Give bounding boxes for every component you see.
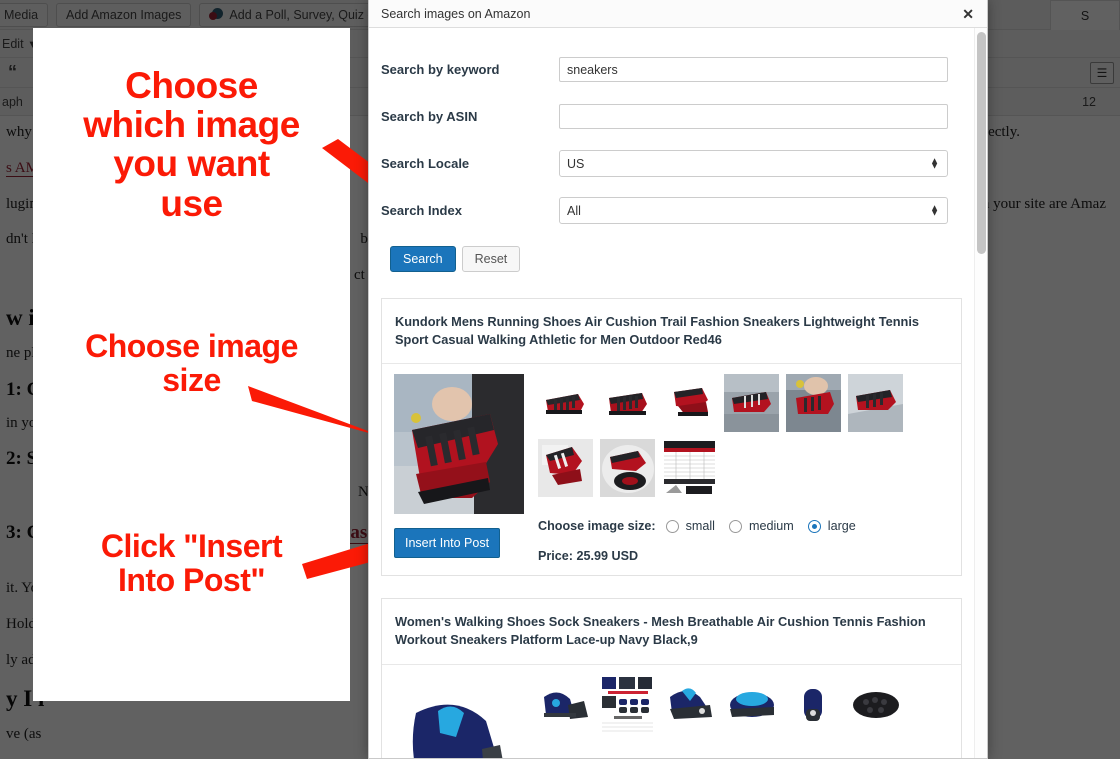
annotation-line: Choose	[125, 65, 258, 106]
insert-into-post-button[interactable]: Insert Into Post	[394, 528, 501, 559]
modal-scroll-content: Search by keyword Search by ASIN Search …	[369, 28, 974, 758]
modal-scrollbar[interactable]	[974, 28, 987, 758]
product-result: Women's Walking Shoes Sock Sneakers - Me…	[381, 598, 962, 758]
search-locale-select[interactable]: US ▲ ▼	[559, 150, 948, 177]
product-hero-image[interactable]	[394, 674, 524, 758]
product-thumbnail[interactable]	[724, 674, 779, 733]
search-asin-input[interactable]	[559, 104, 948, 129]
product-thumbnails-column	[538, 674, 949, 758]
thumbnail-grid	[538, 674, 949, 758]
product-thumbnail[interactable]	[538, 439, 593, 498]
index-label: Search Index	[381, 203, 462, 218]
product-main-column	[394, 674, 524, 758]
label-medium[interactable]: medium	[749, 519, 794, 533]
asin-label: Search by ASIN	[381, 109, 478, 124]
product-price: Price: 25.99 USD	[538, 549, 639, 564]
product-thumbnail[interactable]	[538, 739, 593, 758]
product-hero-image[interactable]	[394, 374, 524, 515]
field-row-index: Search Index All ▲ ▼	[381, 187, 948, 234]
size-chart-thumbnail[interactable]	[662, 439, 717, 498]
search-results: Kundork Mens Running Shoes Air Cushion T…	[369, 272, 974, 758]
screen: Media Add Amazon Images Add a Poll, Surv…	[0, 0, 1120, 759]
modal-header: Search images on Amazon ✕	[369, 0, 987, 28]
locale-value: US	[567, 156, 585, 171]
index-value: All	[567, 203, 581, 218]
field-row-locale: Search Locale US ▲ ▼	[381, 140, 948, 187]
label-small[interactable]: small	[686, 519, 715, 533]
product-thumbnail[interactable]	[786, 674, 841, 733]
locale-label: Search Locale	[381, 156, 470, 171]
product-title: Women's Walking Shoes Sock Sneakers - Me…	[382, 599, 961, 665]
product-thumbnail[interactable]	[786, 374, 841, 433]
product-thumbnails-column: Choose image size: small medium large Pr…	[538, 374, 949, 563]
annotation-line: which image	[83, 104, 300, 146]
product-thumbnail[interactable]	[662, 374, 717, 433]
amazon-image-search-modal: Search images on Amazon ✕ Search by keyw…	[368, 0, 988, 759]
search-index-select[interactable]: All ▲ ▼	[559, 197, 948, 224]
product-title: Kundork Mens Running Shoes Air Cushion T…	[382, 299, 961, 365]
product-body	[382, 665, 961, 758]
annotation-line: Click "Insert	[100, 528, 283, 564]
product-thumbnail[interactable]	[848, 674, 903, 733]
search-form: Search by keyword Search by ASIN Search …	[369, 28, 974, 272]
product-thumbnail[interactable]	[600, 374, 655, 433]
close-icon[interactable]: ✕	[959, 5, 977, 23]
annotation-insert-post: Click "Insert Into Post"	[33, 528, 350, 598]
field-row-asin: Search by ASIN	[381, 93, 948, 140]
product-body: Insert Into Post Choose image size: smal…	[382, 364, 961, 575]
keyword-label: Search by keyword	[381, 62, 500, 77]
thumbnail-grid	[538, 374, 949, 498]
annotation-image-size: Choose image size	[33, 328, 350, 398]
product-main-column: Insert Into Post	[394, 374, 524, 563]
annotation-line: size	[162, 361, 221, 398]
field-row-keyword: Search by keyword	[381, 46, 948, 93]
product-thumbnail[interactable]	[538, 674, 593, 733]
annotation-choose-image: Choose which image you want use	[33, 66, 350, 223]
modal-body: Search by keyword Search by ASIN Search …	[369, 28, 987, 758]
chevron-updown-icon: ▲ ▼	[930, 202, 939, 218]
product-thumbnail[interactable]	[538, 374, 593, 433]
size-chart-thumbnail[interactable]	[600, 674, 655, 733]
annotation-line: use	[160, 182, 223, 224]
search-keyword-input[interactable]	[559, 57, 948, 82]
product-result: Kundork Mens Running Shoes Air Cushion T…	[381, 298, 962, 577]
image-size-label: Choose image size:	[538, 519, 656, 534]
product-thumbnail[interactable]	[724, 374, 779, 433]
annotation-line: Choose image	[85, 328, 298, 364]
annotation-line: you want	[113, 143, 270, 185]
radio-medium[interactable]	[728, 519, 742, 533]
search-button[interactable]: Search	[390, 246, 456, 272]
image-size-chooser: Choose image size: small medium large	[538, 519, 949, 533]
product-thumbnail[interactable]	[600, 439, 655, 498]
radio-large[interactable]	[807, 519, 821, 533]
modal-title: Search images on Amazon	[381, 6, 531, 21]
annotation-panel: Choose which image you want use Choose i…	[33, 28, 350, 701]
modal-scrollbar-thumb[interactable]	[977, 32, 986, 254]
form-buttons: Search Reset	[381, 234, 948, 272]
chevron-updown-icon: ▲ ▼	[930, 155, 939, 171]
label-large[interactable]: large	[828, 519, 856, 533]
reset-button[interactable]: Reset	[461, 246, 521, 272]
product-thumbnail[interactable]	[848, 374, 903, 433]
annotation-line: Into Post"	[117, 561, 266, 598]
radio-small[interactable]	[665, 519, 679, 533]
product-thumbnail[interactable]	[662, 674, 717, 733]
